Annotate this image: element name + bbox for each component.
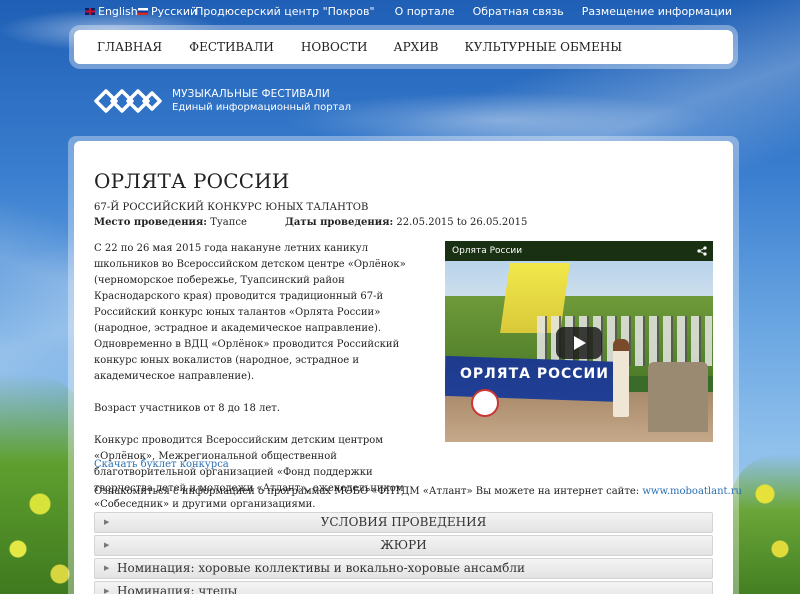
place-value: Туапсе bbox=[207, 217, 247, 228]
page-subtitle: 67-Й РОССИЙСКИЙ КОНКУРС ЮНЫХ ТАЛАНТОВ bbox=[94, 202, 369, 213]
logo-line2: Единый информационный портал bbox=[172, 102, 351, 113]
nav-item-news[interactable]: НОВОСТИ bbox=[274, 40, 368, 54]
accordion-label: Номинация: чтецы bbox=[117, 584, 238, 594]
nav-item-archive[interactable]: АРХИВ bbox=[367, 40, 438, 54]
accordion-label: ЖЮРИ bbox=[380, 538, 427, 552]
accordion-readers-nomination[interactable]: ▶ Номинация: чтецы bbox=[94, 581, 713, 594]
accordion-jury[interactable]: ▶ ЖЮРИ bbox=[94, 535, 713, 556]
event-dates: Даты проведения: 22.05.2015 to 26.05.201… bbox=[285, 217, 527, 228]
top-link-producer-center[interactable]: Продюсерский центр "Покров" bbox=[195, 5, 374, 18]
accordion-conditions[interactable]: ▶ УСЛОВИЯ ПРОВЕДЕНИЯ bbox=[94, 512, 713, 533]
nav-item-festivals[interactable]: ФЕСТИВАЛИ bbox=[162, 40, 274, 54]
dates-value: 22.05.2015 to 26.05.2015 bbox=[393, 217, 528, 228]
event-place: Место проведения: Туапсе bbox=[94, 217, 247, 228]
main-nav: ГЛАВНАЯ ФЕСТИВАЛИ НОВОСТИ АРХИВ КУЛЬТУРН… bbox=[74, 30, 733, 64]
info-site-link[interactable]: www.moboatlant.ru bbox=[642, 486, 742, 497]
play-icon[interactable] bbox=[556, 327, 602, 359]
triangle-right-icon: ▶ bbox=[104, 564, 110, 572]
top-link-placement[interactable]: Размещение информации bbox=[582, 5, 732, 18]
accordion-label: Номинация: хоровые коллективы и вокально… bbox=[117, 561, 525, 575]
place-label: Место проведения: bbox=[94, 217, 208, 228]
video-title[interactable]: Орлята России bbox=[452, 246, 522, 256]
accordion-choir-nomination[interactable]: ▶ Номинация: хоровые коллективы и вокаль… bbox=[94, 558, 713, 579]
nav-item-home[interactable]: ГЛАВНАЯ bbox=[74, 40, 162, 54]
uk-flag-icon bbox=[85, 8, 95, 15]
logo-mark-icon bbox=[94, 89, 162, 113]
lang-english-label: English bbox=[98, 5, 138, 18]
video-banner-text: ОРЛЯТА РОССИИ bbox=[460, 366, 609, 382]
event-description: С 22 по 26 мая 2015 года накануне летних… bbox=[94, 241, 424, 513]
lang-russian-link[interactable]: Русский bbox=[138, 5, 197, 18]
page-title: ОРЛЯТА РОССИИ bbox=[94, 169, 290, 193]
triangle-right-icon: ▶ bbox=[104, 587, 110, 594]
description-paragraph: Возраст участников от 8 до 18 лет. bbox=[94, 403, 281, 414]
ru-flag-icon bbox=[138, 8, 148, 15]
info-line: Ознакомиться с информацией о программах … bbox=[94, 486, 742, 497]
share-icon[interactable] bbox=[697, 246, 707, 256]
info-text: Ознакомиться с информацией о программах … bbox=[94, 486, 643, 497]
background-grass-right bbox=[730, 454, 800, 594]
description-paragraph: С 22 по 26 мая 2015 года накануне летних… bbox=[94, 243, 406, 334]
top-link-about[interactable]: О портале bbox=[395, 5, 455, 18]
dates-label: Даты проведения: bbox=[285, 217, 394, 228]
lang-english-link[interactable]: English bbox=[85, 5, 138, 18]
top-link-feedback[interactable]: Обратная связь bbox=[473, 5, 564, 18]
accordion-label: УСЛОВИЯ ПРОВЕДЕНИЯ bbox=[320, 515, 487, 529]
nav-item-cultural-exchanges[interactable]: КУЛЬТУРНЫЕ ОБМЕНЫ bbox=[438, 40, 622, 54]
top-bar: English Русский Продюсерский центр "Покр… bbox=[85, 5, 732, 19]
site-logo[interactable]: МУЗЫКАЛЬНЫЕ ФЕСТИВАЛИ Единый информацион… bbox=[94, 85, 351, 117]
lang-russian-label: Русский bbox=[151, 5, 198, 18]
main-content: ОРЛЯТА РОССИИ 67-Й РОССИЙСКИЙ КОНКУРС ЮН… bbox=[74, 141, 742, 594]
description-paragraph: Конкурс проводится Всероссийским детским… bbox=[94, 435, 404, 510]
top-links: Продюсерский центр "Покров" О портале Об… bbox=[195, 5, 732, 18]
logo-line1: МУЗЫКАЛЬНЫЕ ФЕСТИВАЛИ bbox=[172, 88, 330, 100]
video-player[interactable]: ОРЛЯТА РОССИИ Орлята России bbox=[445, 241, 713, 442]
download-booklet-link[interactable]: Скачать буклет конкурса bbox=[94, 459, 229, 470]
logo-text: МУЗЫКАЛЬНЫЕ ФЕСТИВАЛИ Единый информацион… bbox=[172, 87, 351, 115]
emblem-icon bbox=[471, 389, 499, 417]
video-title-bar: Орлята России bbox=[445, 241, 713, 261]
description-paragraph: Одновременно в ВДЦ «Орлёнок» проводится … bbox=[94, 339, 400, 382]
